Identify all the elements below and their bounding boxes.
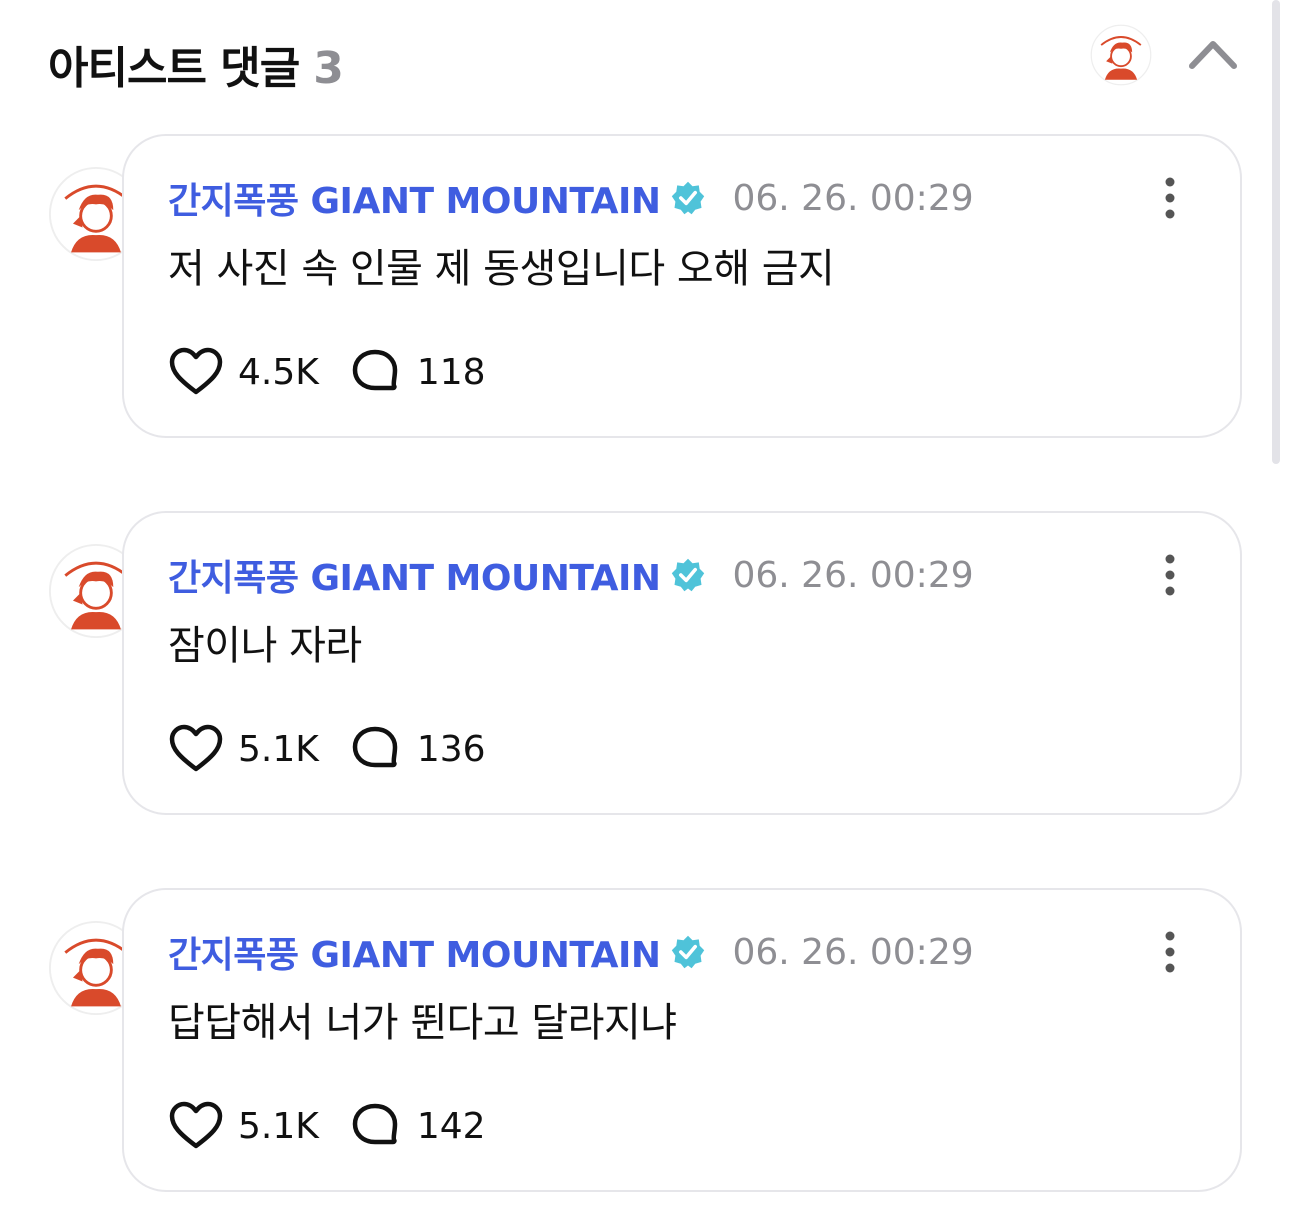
heart-icon xyxy=(169,347,223,395)
like-button[interactable]: 5.1K xyxy=(168,723,319,775)
comment-author[interactable]: 간지폭풍 GIANT MOUNTAIN xyxy=(168,172,661,224)
reply-button[interactable]: 118 xyxy=(347,346,486,398)
reply-button[interactable]: 142 xyxy=(347,1100,486,1152)
comment-timestamp: 06. 26. 00:29 xyxy=(732,931,974,973)
speech-bubble-icon xyxy=(352,349,398,391)
comment-meta: 간지폭풍 GIANT MOUNTAIN 06. 26. 00:29 xyxy=(168,926,974,978)
like-count: 5.1K xyxy=(238,1105,319,1147)
artist-comments-page: 아티스트 댓글 3 간지폭풍 GIANT MOUNTAIN 06. 26. 00… xyxy=(0,0,1290,1219)
comment-timestamp: 06. 26. 00:29 xyxy=(732,554,974,596)
comment-card: 간지폭풍 GIANT MOUNTAIN 06. 26. 00:29 저 사진 속… xyxy=(122,134,1242,438)
comment-text: 잠이나 자라 xyxy=(168,623,362,669)
comment-count: 3 xyxy=(313,43,344,94)
verified-badge-icon xyxy=(672,558,705,592)
comment-actions: 5.1K 136 xyxy=(168,723,514,775)
comment-text: 답답해서 너가 뛴다고 달라지냐 xyxy=(168,1000,677,1046)
comment-item: 간지폭풍 GIANT MOUNTAIN 06. 26. 00:29 답답해서 너… xyxy=(48,888,1242,1192)
comment-actions: 4.5K 118 xyxy=(168,346,514,398)
more-options-icon[interactable] xyxy=(1154,928,1186,976)
verified-badge-icon xyxy=(672,181,705,215)
speech-bubble-icon xyxy=(352,726,398,768)
reply-button[interactable]: 136 xyxy=(347,723,486,775)
artist-avatar-icon[interactable] xyxy=(1090,24,1152,86)
comment-item: 간지폭풍 GIANT MOUNTAIN 06. 26. 00:29 저 사진 속… xyxy=(48,134,1242,438)
chevron-up-icon[interactable] xyxy=(1186,34,1240,74)
comment-item: 간지폭풍 GIANT MOUNTAIN 06. 26. 00:29 잠이나 자라 xyxy=(48,511,1242,815)
comment-author[interactable]: 간지폭풍 GIANT MOUNTAIN xyxy=(168,926,661,978)
reply-count: 136 xyxy=(416,728,486,770)
comment-timestamp: 06. 26. 00:29 xyxy=(732,177,974,219)
reply-count: 142 xyxy=(416,1105,486,1147)
comment-card: 간지폭풍 GIANT MOUNTAIN 06. 26. 00:29 잠이나 자라 xyxy=(122,511,1242,815)
like-button[interactable]: 5.1K xyxy=(168,1100,319,1152)
heart-icon xyxy=(169,724,223,772)
more-options-icon[interactable] xyxy=(1154,174,1186,222)
comment-text: 저 사진 속 인물 제 동생입니다 오해 금지 xyxy=(168,246,835,292)
scrollbar[interactable] xyxy=(1272,0,1280,464)
section-title: 아티스트 댓글 3 xyxy=(48,32,344,96)
comment-meta: 간지폭풍 GIANT MOUNTAIN 06. 26. 00:29 xyxy=(168,172,974,224)
section-title-label: 아티스트 댓글 xyxy=(48,43,300,94)
comment-actions: 5.1K 142 xyxy=(168,1100,514,1152)
more-options-icon[interactable] xyxy=(1154,551,1186,599)
artist-comments-header: 아티스트 댓글 3 xyxy=(48,24,1248,94)
comment-card: 간지폭풍 GIANT MOUNTAIN 06. 26. 00:29 답답해서 너… xyxy=(122,888,1242,1192)
like-count: 5.1K xyxy=(238,728,319,770)
comment-author[interactable]: 간지폭풍 GIANT MOUNTAIN xyxy=(168,549,661,601)
reply-count: 118 xyxy=(416,351,486,393)
verified-badge-icon xyxy=(672,935,705,969)
like-count: 4.5K xyxy=(238,351,319,393)
speech-bubble-icon xyxy=(352,1103,398,1145)
heart-icon xyxy=(169,1101,223,1149)
like-button[interactable]: 4.5K xyxy=(168,346,319,398)
comment-meta: 간지폭풍 GIANT MOUNTAIN 06. 26. 00:29 xyxy=(168,549,974,601)
